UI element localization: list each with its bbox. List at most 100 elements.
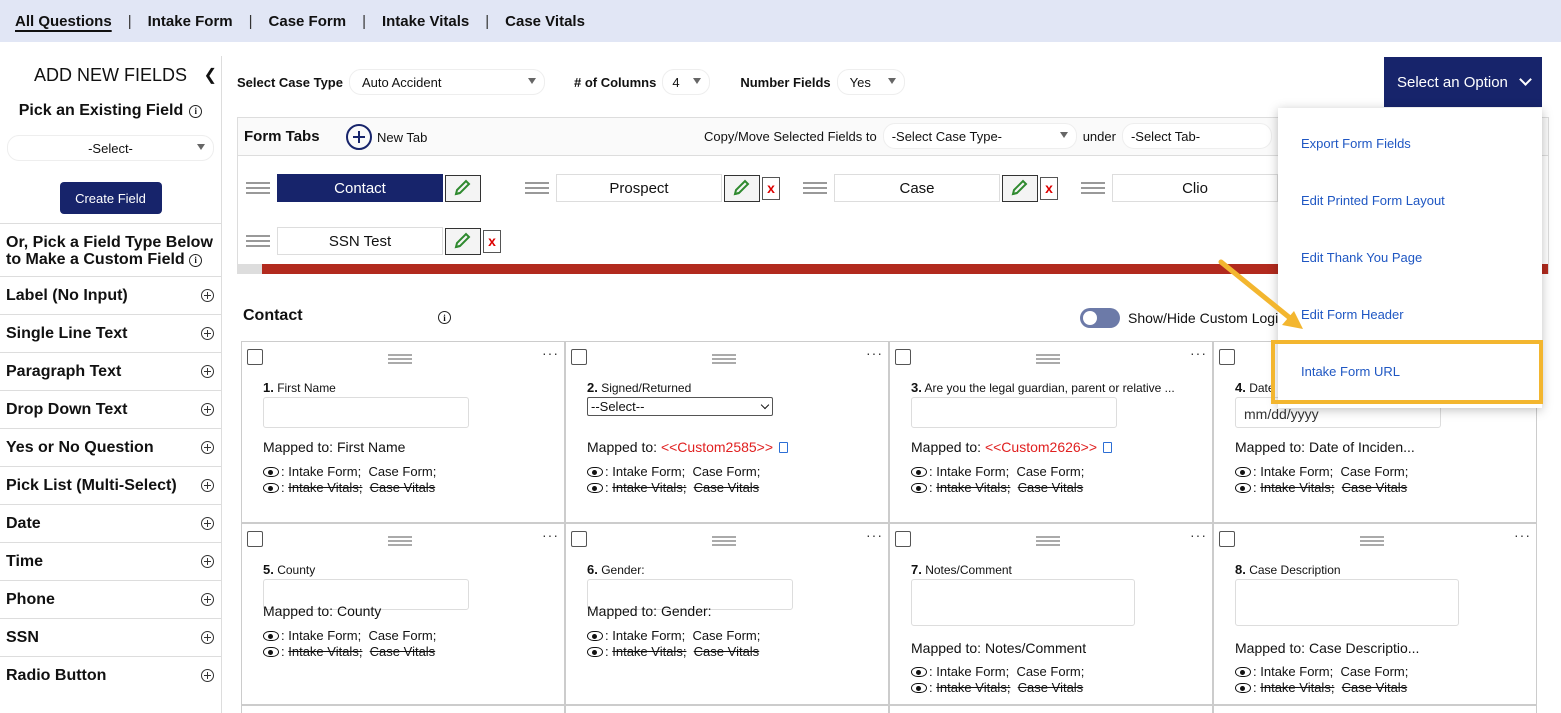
field-type-item[interactable]: Paragraph Text (0, 352, 221, 390)
drag-handle-icon[interactable] (1081, 182, 1105, 194)
form-tab-name[interactable]: Contact (277, 174, 443, 202)
select-checkbox[interactable] (1219, 531, 1235, 547)
field-card[interactable]: ··· 3. Are you the legal guardian, parent… (889, 341, 1213, 523)
field-card[interactable] (1213, 705, 1537, 713)
drag-handle-icon[interactable] (712, 536, 736, 546)
field-card[interactable]: ··· 2. Signed/Returned --Select-- Mapped to… (565, 341, 889, 523)
form-tab-name[interactable]: Case (834, 174, 1000, 202)
tab-case-vitals[interactable]: Case Vitals (503, 13, 587, 30)
field-textarea[interactable] (911, 579, 1135, 626)
drag-handle-icon[interactable] (388, 536, 412, 546)
form-tab[interactable]: Case x (803, 174, 1058, 202)
select-checkbox[interactable] (247, 349, 263, 365)
field-input[interactable] (263, 397, 469, 428)
info-icon[interactable]: i (438, 311, 451, 324)
field-type-item[interactable]: Time (0, 542, 221, 580)
plus-circle-icon[interactable] (201, 365, 214, 378)
target-case-type-select[interactable]: -Select Case Type- (882, 123, 1077, 149)
drag-handle-icon[interactable] (1360, 536, 1384, 546)
drag-handle-icon[interactable] (246, 235, 270, 247)
delete-icon[interactable]: x (1040, 176, 1058, 200)
select-checkbox[interactable] (1219, 349, 1235, 365)
new-tab-button[interactable]: New Tab (346, 124, 427, 150)
pencil-icon[interactable] (1002, 174, 1038, 202)
drag-handle-icon[interactable] (1036, 536, 1060, 546)
field-card[interactable]: ··· 7. Notes/Comment Mapped to: Notes/Comm… (889, 523, 1213, 705)
plus-circle-icon[interactable] (201, 631, 214, 644)
clipboard-icon[interactable] (1103, 442, 1113, 453)
clipboard-icon[interactable] (779, 442, 789, 453)
select-checkbox[interactable] (571, 531, 587, 547)
drag-handle-icon[interactable] (525, 182, 549, 194)
select-checkbox[interactable] (895, 531, 911, 547)
form-tab[interactable]: Clio (1081, 174, 1278, 202)
form-tab-name[interactable]: Prospect (556, 174, 722, 202)
info-icon[interactable]: i (189, 254, 203, 267)
toggle-switch[interactable] (1080, 308, 1120, 328)
field-type-item[interactable]: SSN (0, 618, 221, 656)
field-type-item[interactable]: Date (0, 504, 221, 542)
plus-circle-icon[interactable] (201, 327, 214, 340)
plus-circle-icon[interactable] (201, 555, 214, 568)
menu-item-edit-printed-form-layout[interactable]: Edit Printed Form Layout (1301, 193, 1445, 208)
menu-item-edit-thank-you-page[interactable]: Edit Thank You Page (1301, 250, 1422, 265)
case-type-select[interactable]: Auto Accident (348, 69, 545, 95)
chevron-left-icon[interactable]: ❮ (204, 65, 217, 85)
menu-item-export-form-fields[interactable]: Export Form Fields (1301, 136, 1411, 151)
field-card[interactable]: ··· 6. Gender: Mapped to: Gender:: Intake … (565, 523, 889, 705)
field-type-item[interactable]: Drop Down Text (0, 390, 221, 428)
form-tab-name[interactable]: Clio (1112, 174, 1278, 202)
field-select[interactable]: --Select-- (587, 397, 773, 416)
field-type-item[interactable]: Yes or No Question (0, 428, 221, 466)
drag-handle-icon[interactable] (712, 354, 736, 364)
select-checkbox[interactable] (571, 349, 587, 365)
drag-handle-icon[interactable] (388, 354, 412, 364)
tab-case-form[interactable]: Case Form (267, 13, 349, 30)
plus-circle-icon[interactable] (201, 403, 214, 416)
plus-circle-icon[interactable] (201, 593, 214, 606)
form-tab[interactable]: Prospect x (525, 174, 780, 202)
field-card[interactable] (241, 705, 565, 713)
more-options-icon[interactable]: ··· (1190, 527, 1207, 543)
more-options-icon[interactable]: ··· (1190, 345, 1207, 361)
delete-icon[interactable]: x (483, 229, 501, 253)
form-tab[interactable]: SSN Test x (246, 227, 501, 255)
field-card[interactable] (889, 705, 1213, 713)
field-type-item[interactable]: Pick List (Multi-Select) (0, 466, 221, 504)
field-card[interactable] (565, 705, 889, 713)
select-checkbox[interactable] (247, 531, 263, 547)
pencil-icon[interactable] (445, 227, 481, 255)
existing-field-select[interactable]: -Select- (7, 135, 214, 161)
field-type-item[interactable]: Radio Button (0, 656, 221, 694)
more-options-icon[interactable]: ··· (866, 345, 883, 361)
columns-select[interactable]: 4 (662, 69, 711, 95)
plus-circle-icon[interactable] (201, 479, 214, 492)
menu-item-edit-form-header[interactable]: Edit Form Header (1301, 307, 1404, 322)
delete-icon[interactable]: x (762, 176, 780, 200)
select-option-button[interactable]: Select an Option (1384, 57, 1542, 107)
target-tab-select[interactable]: -Select Tab- (1121, 123, 1272, 149)
plus-circle-icon[interactable] (201, 441, 214, 454)
tab-all-questions[interactable]: All Questions (13, 13, 114, 30)
field-input[interactable] (911, 397, 1117, 428)
field-type-item[interactable]: Phone (0, 580, 221, 618)
field-card[interactable]: ··· 8. Case Description Mapped to: Case De… (1213, 523, 1537, 705)
more-options-icon[interactable]: ··· (1514, 527, 1531, 543)
info-icon[interactable]: i (189, 104, 203, 118)
plus-circle-icon[interactable] (201, 289, 214, 302)
field-textarea[interactable] (1235, 579, 1459, 626)
number-fields-select[interactable]: Yes (836, 69, 905, 95)
tab-intake-form[interactable]: Intake Form (146, 13, 235, 30)
custom-logic-toggle[interactable]: Show/Hide Custom Logi (1080, 308, 1278, 328)
field-type-item[interactable]: Label (No Input) (0, 276, 221, 314)
field-type-item[interactable]: Single Line Text (0, 314, 221, 352)
field-card[interactable]: ··· 5. County Mapped to: County: Intake Fo… (241, 523, 565, 705)
more-options-icon[interactable]: ··· (866, 527, 883, 543)
plus-circle-icon[interactable] (201, 669, 214, 682)
select-checkbox[interactable] (895, 349, 911, 365)
drag-handle-icon[interactable] (246, 182, 270, 194)
plus-circle-icon[interactable] (201, 517, 214, 530)
drag-handle-icon[interactable] (803, 182, 827, 194)
form-tab[interactable]: Contact (246, 174, 481, 202)
more-options-icon[interactable]: ··· (542, 527, 559, 543)
